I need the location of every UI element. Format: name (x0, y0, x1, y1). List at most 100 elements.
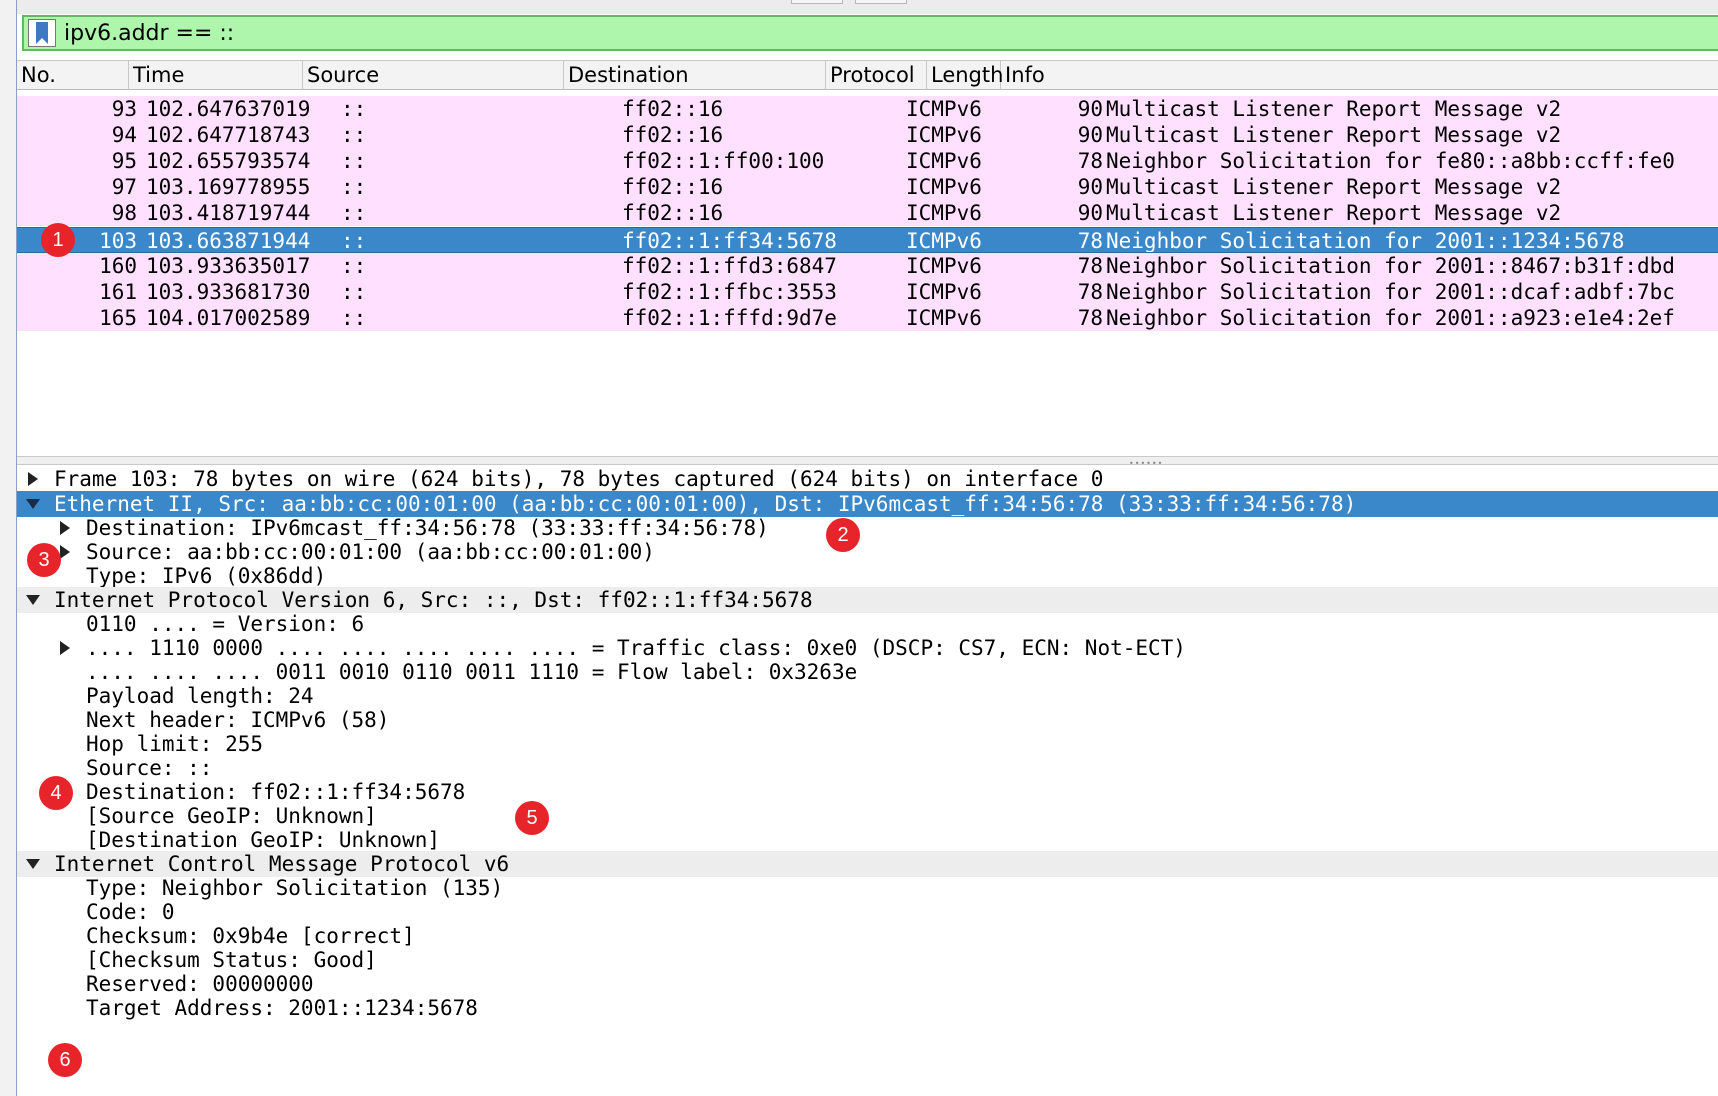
detail-field[interactable]: [Checksum Status: Good] (17, 947, 1718, 973)
detail-text: Source: :: (86, 756, 213, 780)
detail-text: Source: aa:bb:cc:00:01:00 (aa:bb:cc:00:0… (86, 540, 655, 564)
detail-field[interactable]: Destination: ff02::1:ff34:5678 (17, 779, 1718, 805)
packet-time: 103.418719744 (146, 201, 311, 225)
packet-info: Multicast Listener Report Message v2 (1106, 97, 1562, 121)
packet-row[interactable]: 161 103.933681730:: ff02::1:ffbc:3553 ICMPv… (17, 279, 1718, 305)
packet-row[interactable]: 97 103.169778955:: ff02::16 ICMPv6 90 Multica… (17, 174, 1718, 200)
packet-length: 78 (1077, 254, 1103, 278)
detail-field[interactable]: Frame 103: 78 bytes on wire (624 bits), … (17, 466, 1718, 492)
packet-source: :: (341, 149, 367, 173)
packet-destination: ff02::16 (622, 123, 724, 147)
detail-text: [Source GeoIP: Unknown] (86, 804, 377, 828)
column-header-destination[interactable]: Destination (564, 61, 826, 90)
packet-no: 97 (111, 175, 137, 199)
detail-text: 0110 .... = Version: 6 (86, 612, 365, 636)
packet-row[interactable]: 103 103.663871944:: ff02::1:ff34:5678 ICMPv… (17, 227, 1718, 253)
detail-field[interactable]: Type: IPv6 (0x86dd) (17, 563, 1718, 589)
packet-protocol: ICMPv6 (906, 97, 982, 121)
annotation-badge: 2 (826, 518, 860, 552)
detail-field[interactable]: Reserved: 00000000 (17, 971, 1718, 997)
packet-destination: ff02::1:ff34:5678 (622, 229, 837, 253)
detail-field[interactable]: [Destination GeoIP: Unknown] (17, 827, 1718, 853)
packet-length: 78 (1077, 306, 1103, 330)
packet-row[interactable]: 165 104.017002589:: ff02::1:fffd:9d7e ICMPv… (17, 305, 1718, 331)
packet-info: Neighbor Solicitation for fe80::a8bb:ccf… (1106, 149, 1675, 173)
packet-no: 165 (99, 306, 137, 330)
collapse-arrow-icon[interactable] (25, 491, 41, 517)
packet-info: Multicast Listener Report Message v2 (1106, 175, 1562, 199)
detail-text: Reserved: 00000000 (86, 972, 314, 996)
detail-protocol-node[interactable]: Internet Protocol Version 6, Src: ::, Ds… (17, 587, 1718, 613)
packet-row[interactable]: 98 103.418719744:: ff02::16 ICMPv6 90 Multica… (17, 200, 1718, 226)
packet-protocol: ICMPv6 (906, 123, 982, 147)
toolbar-tab[interactable] (855, 0, 907, 4)
packet-time: 102.655793574 (146, 149, 311, 173)
detail-text: Target Address: 2001::1234:5678 (86, 996, 478, 1020)
detail-field[interactable]: Source: aa:bb:cc:00:01:00 (aa:bb:cc:00:0… (17, 539, 1718, 565)
column-header-info[interactable]: Info (1001, 61, 1718, 90)
column-header-protocol[interactable]: Protocol (826, 61, 927, 90)
detail-text: Destination: ff02::1:ff34:5678 (86, 780, 466, 804)
packet-length: 90 (1077, 175, 1103, 199)
detail-protocol-node[interactable]: Ethernet II, Src: aa:bb:cc:00:01:00 (aa:… (17, 491, 1718, 517)
packet-length: 78 (1077, 280, 1103, 304)
detail-field[interactable]: Target Address: 2001::1234:5678 (17, 995, 1718, 1021)
detail-text: .... .... .... 0011 0010 0110 0011 1110 … (86, 660, 858, 684)
packet-protocol: ICMPv6 (906, 280, 982, 304)
column-header-time[interactable]: Time (129, 61, 303, 90)
detail-field[interactable]: Payload length: 24 (17, 683, 1718, 709)
detail-field[interactable]: Hop limit: 255 (17, 731, 1718, 757)
detail-field[interactable]: .... .... .... 0011 0010 0110 0011 1110 … (17, 659, 1718, 685)
packet-row[interactable]: 93 102.647637019:: ff02::16 ICMPv6 90 Multica… (17, 96, 1718, 122)
packet-protocol: ICMPv6 (906, 149, 982, 173)
packet-row[interactable]: 94 102.647718743:: ff02::16 ICMPv6 90 Multica… (17, 122, 1718, 148)
detail-field[interactable]: Type: Neighbor Solicitation (135) (17, 875, 1718, 901)
expand-arrow-icon[interactable] (57, 515, 73, 541)
packet-source: :: (341, 123, 367, 147)
packet-protocol: ICMPv6 (906, 306, 982, 330)
detail-field[interactable]: Destination: IPv6mcast_ff:34:56:78 (33:3… (17, 515, 1718, 541)
display-filter-input[interactable]: ipv6.addr == :: (64, 21, 234, 46)
detail-text: Type: Neighbor Solicitation (135) (86, 876, 504, 900)
collapse-arrow-icon[interactable] (25, 851, 41, 877)
pane-splitter[interactable]: •••••• (17, 456, 1718, 468)
packet-source: :: (341, 175, 367, 199)
column-header-no[interactable]: No. (17, 61, 129, 90)
bookmark-icon[interactable] (28, 19, 56, 47)
detail-protocol-node[interactable]: Internet Control Message Protocol v6 (17, 851, 1718, 877)
detail-text: Type: IPv6 (0x86dd) (86, 564, 327, 588)
toolbar-strip (17, 0, 1718, 14)
packet-source: :: (341, 306, 367, 330)
detail-field[interactable]: Checksum: 0x9b4e [correct] (17, 923, 1718, 949)
packet-destination: ff02::16 (622, 175, 724, 199)
detail-field[interactable]: Source: :: (17, 755, 1718, 781)
packet-length: 90 (1077, 97, 1103, 121)
packet-no: 103 (99, 229, 137, 253)
packet-destination: ff02::1:ffbc:3553 (622, 280, 837, 304)
collapse-arrow-icon[interactable] (25, 587, 41, 613)
detail-field[interactable]: .... 1110 0000 .... .... .... .... .... … (17, 635, 1718, 661)
detail-field[interactable]: [Source GeoIP: Unknown] (17, 803, 1718, 829)
packet-row[interactable]: 160 103.933635017:: ff02::1:ffd3:6847 ICMPv… (17, 253, 1718, 279)
packet-no: 160 (99, 254, 137, 278)
window-left-border (0, 0, 17, 1096)
packet-row[interactable]: 95 102.655793574:: ff02::1:ff00:100 ICMPv6 7… (17, 148, 1718, 174)
detail-text: Checksum: 0x9b4e [correct] (86, 924, 415, 948)
packet-time: 103.933681730 (146, 280, 311, 304)
expand-arrow-icon[interactable] (57, 635, 73, 661)
detail-text: Internet Protocol Version 6, Src: ::, Ds… (54, 588, 813, 612)
packet-list: 93 102.647637019:: ff02::16 ICMPv6 90 Multica… (17, 96, 1718, 458)
display-filter-bar[interactable]: ipv6.addr == :: (22, 15, 1718, 51)
packet-info: Neighbor Solicitation for 2001::1234:567… (1106, 229, 1625, 253)
packet-length: 90 (1077, 201, 1103, 225)
detail-field[interactable]: Next header: ICMPv6 (58) (17, 707, 1718, 733)
detail-field[interactable]: 0110 .... = Version: 6 (17, 611, 1718, 637)
detail-text: Ethernet II, Src: aa:bb:cc:00:01:00 (aa:… (54, 492, 1357, 516)
detail-field[interactable]: Code: 0 (17, 899, 1718, 925)
column-header-length[interactable]: Length (927, 61, 1003, 90)
toolbar-tab[interactable] (791, 0, 843, 4)
detail-text: [Destination GeoIP: Unknown] (86, 828, 441, 852)
packet-length: 78 (1077, 229, 1103, 253)
column-header-source[interactable]: Source (303, 61, 564, 90)
expand-arrow-icon[interactable] (25, 466, 41, 492)
